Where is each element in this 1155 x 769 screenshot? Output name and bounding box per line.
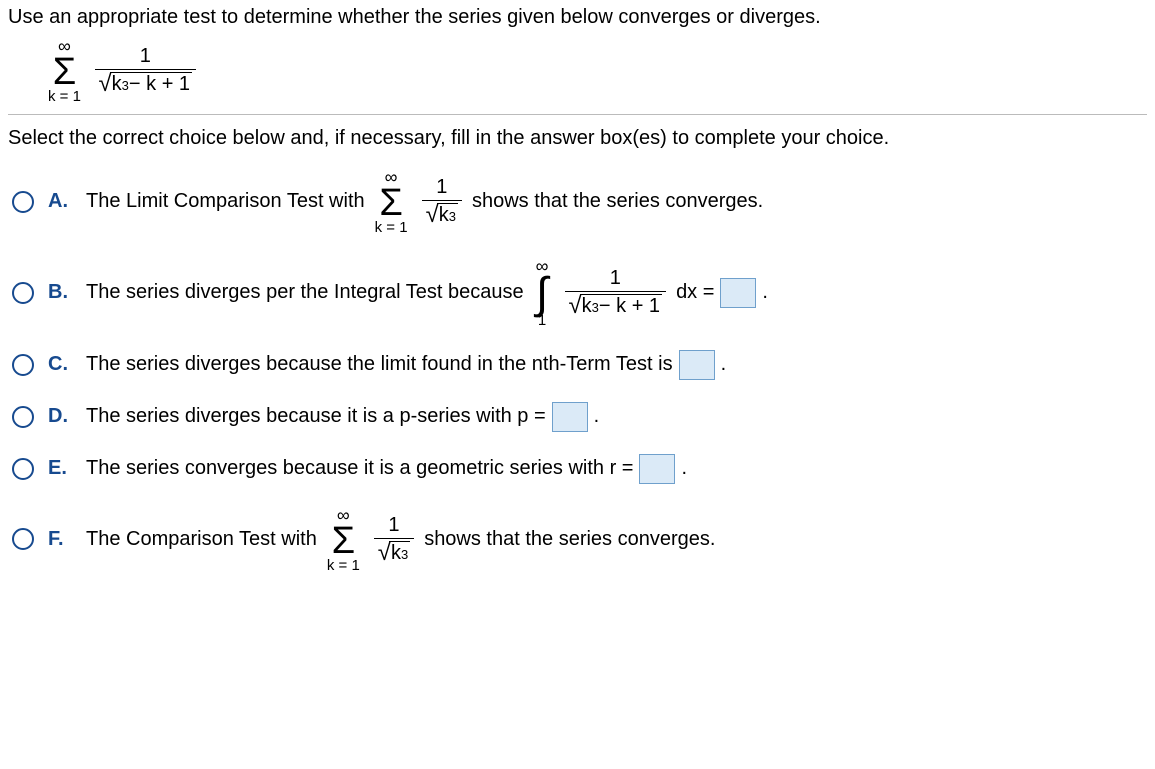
choice-letter: A. <box>48 190 72 213</box>
choice-body: The Comparison Test with ∞ Σ k = 1 1 √ k… <box>86 506 715 573</box>
integral: ∞ ∫ 1 <box>536 257 549 327</box>
radio-icon[interactable] <box>12 458 34 480</box>
rad-exp: 3 <box>592 301 599 315</box>
choice-b[interactable]: B. The series diverges per the Integral … <box>12 257 1147 327</box>
choice-e[interactable]: E. The series converges because it is a … <box>12 454 1147 484</box>
choice-text: The Limit Comparison Test with <box>86 190 365 213</box>
choice-text: The series diverges because the limit fo… <box>86 353 673 376</box>
radicand: k3 − k + 1 <box>580 294 662 318</box>
radio-icon[interactable] <box>12 406 34 428</box>
choice-list: A. The Limit Comparison Test with ∞ Σ k … <box>8 168 1147 573</box>
radicand: k3 <box>389 541 410 565</box>
choice-body: The series converges because it is a geo… <box>86 454 687 484</box>
fraction: 1 √ k3 <box>422 176 462 227</box>
radicand: k3 <box>437 203 458 227</box>
sigma: ∞ Σ k = 1 <box>48 37 81 104</box>
answer-input[interactable] <box>720 278 756 308</box>
numerator: 1 <box>606 267 625 291</box>
numerator: 1 <box>136 45 155 69</box>
numerator: 1 <box>432 176 451 200</box>
sqrt: √ k3 − k + 1 <box>569 294 663 318</box>
sqrt: √ k3 <box>426 203 458 227</box>
choice-text: . <box>721 353 727 376</box>
fraction: 1 √ k3 − k + 1 <box>565 267 667 318</box>
sigma: ∞ Σ k = 1 <box>327 506 360 573</box>
integral-bottom: 1 <box>538 313 546 328</box>
rad-base: k <box>112 73 122 95</box>
choice-c[interactable]: C. The series diverges because the limit… <box>12 350 1147 380</box>
choice-body: The series diverges per the Integral Tes… <box>86 257 768 327</box>
rad-tail: − k + 1 <box>599 295 660 317</box>
rad-exp: 3 <box>401 548 408 562</box>
radio-icon[interactable] <box>12 528 34 550</box>
choice-text: The series diverges per the Integral Tes… <box>86 281 524 304</box>
instruction-text: Select the correct choice below and, if … <box>8 127 1147 150</box>
integral-symbol: ∫ <box>536 275 548 312</box>
answer-input[interactable] <box>679 350 715 380</box>
sigma: ∞ Σ k = 1 <box>375 168 408 235</box>
denominator: √ k3 − k + 1 <box>565 291 667 318</box>
numerator: 1 <box>384 514 403 538</box>
choice-a[interactable]: A. The Limit Comparison Test with ∞ Σ k … <box>12 168 1147 235</box>
choice-text: . <box>762 281 768 304</box>
radio-icon[interactable] <box>12 282 34 304</box>
denominator: √ k3 <box>374 538 414 565</box>
choice-text: shows that the series converges. <box>472 190 763 213</box>
choice-text: The series diverges because it is a p-se… <box>86 405 546 428</box>
rad-exp: 3 <box>449 210 456 224</box>
divider <box>8 114 1147 115</box>
choice-letter: C. <box>48 353 72 376</box>
rad-base: k <box>582 295 592 317</box>
fraction: 1 √ k3 <box>374 514 414 565</box>
sqrt: √ k3 − k + 1 <box>99 72 193 96</box>
sigma-symbol: Σ <box>332 524 356 558</box>
choice-letter: E. <box>48 457 72 480</box>
denominator: √ k3 <box>422 200 462 227</box>
radicand: k3 − k + 1 <box>110 72 192 96</box>
denominator: √ k3 − k + 1 <box>95 69 197 96</box>
radio-icon[interactable] <box>12 354 34 376</box>
choice-body: The series diverges because the limit fo… <box>86 350 726 380</box>
choice-d[interactable]: D. The series diverges because it is a p… <box>12 402 1147 432</box>
rad-base: k <box>439 204 449 226</box>
choice-letter: B. <box>48 281 72 304</box>
dx-text: dx = <box>676 281 714 304</box>
sigma-symbol: Σ <box>53 55 77 89</box>
sigma-bottom: k = 1 <box>375 220 408 235</box>
answer-input[interactable] <box>639 454 675 484</box>
answer-input[interactable] <box>552 402 588 432</box>
choice-body: The Limit Comparison Test with ∞ Σ k = 1… <box>86 168 763 235</box>
fraction: 1 √ k3 − k + 1 <box>95 45 197 96</box>
sqrt: √ k3 <box>378 541 410 565</box>
choice-text: The series converges because it is a geo… <box>86 457 633 480</box>
choice-letter: D. <box>48 405 72 428</box>
main-series: ∞ Σ k = 1 1 √ k3 − k + 1 <box>44 37 1147 104</box>
choice-f[interactable]: F. The Comparison Test with ∞ Σ k = 1 1 … <box>12 506 1147 573</box>
rad-base: k <box>391 542 401 564</box>
choice-text: The Comparison Test with <box>86 528 317 551</box>
sigma-bottom: k = 1 <box>48 89 81 104</box>
rad-tail: − k + 1 <box>129 73 190 95</box>
sigma-symbol: Σ <box>379 186 403 220</box>
choice-text: . <box>681 457 687 480</box>
rad-exp: 3 <box>122 79 129 93</box>
question-text: Use an appropriate test to determine whe… <box>8 6 1147 29</box>
radio-icon[interactable] <box>12 191 34 213</box>
choice-text: shows that the series converges. <box>424 528 715 551</box>
choice-letter: F. <box>48 528 72 551</box>
choice-body: The series diverges because it is a p-se… <box>86 402 599 432</box>
choice-text: . <box>594 405 600 428</box>
sigma-bottom: k = 1 <box>327 558 360 573</box>
